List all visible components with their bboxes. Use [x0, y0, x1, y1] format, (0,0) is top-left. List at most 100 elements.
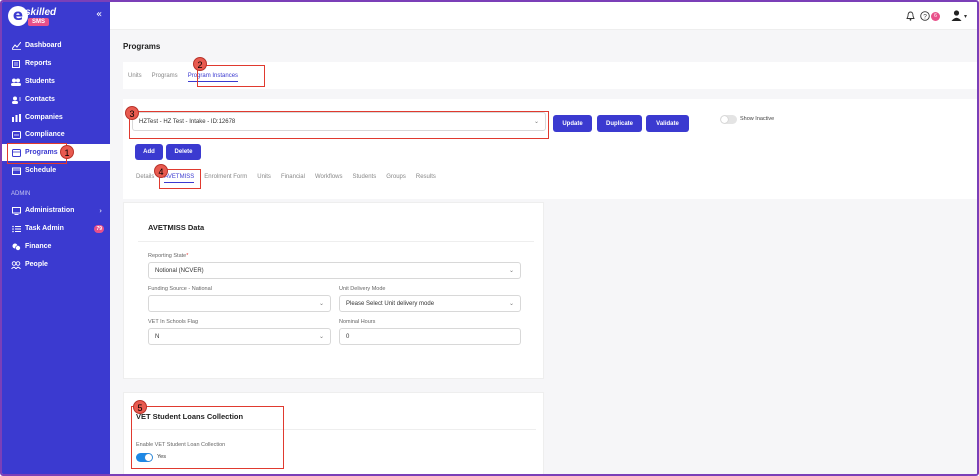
- required-marker: *: [186, 253, 189, 259]
- sidebar-item-reports[interactable]: Reports: [2, 55, 110, 72]
- sidebar-item-label: Contacts: [25, 96, 55, 103]
- nominal-hours-input[interactable]: 0: [339, 328, 521, 345]
- chevron-right-icon: ›: [99, 206, 102, 215]
- funding-source-select[interactable]: ⌄: [148, 295, 331, 312]
- people-icon: [11, 260, 21, 269]
- sidebar-item-administration[interactable]: Administration ›: [2, 202, 110, 219]
- annotation-number-5: 5: [133, 400, 147, 414]
- chevron-down-icon: ⌄: [508, 267, 514, 274]
- sidebar-item-label: Schedule: [25, 167, 57, 174]
- top-icons: ? 6 ▾: [906, 10, 967, 23]
- toggle-knob: [721, 116, 728, 123]
- compliance-icon: [11, 130, 21, 139]
- validate-button[interactable]: Validate: [646, 115, 689, 132]
- annotation-number-3: 3: [125, 106, 139, 120]
- sidebar-item-label: People: [25, 261, 48, 268]
- sidebar-item-label: Students: [25, 78, 55, 85]
- reporting-state-label-text: Reporting State: [148, 253, 187, 259]
- show-inactive-label: Show Inactive: [740, 116, 775, 122]
- subtab-financial[interactable]: Financial: [281, 174, 305, 183]
- add-button[interactable]: Add: [135, 144, 163, 160]
- sidebar-item-companies[interactable]: Companies: [2, 109, 110, 126]
- top-bar: ? 6 ▾: [110, 2, 977, 30]
- unit-delivery-mode-select[interactable]: Please Select Unit delivery mode ⌄: [339, 295, 521, 312]
- annotation-box-3: [129, 111, 549, 139]
- update-button[interactable]: Update: [553, 115, 592, 132]
- card-divider: [138, 241, 534, 242]
- nominal-hours-label: Nominal Hours: [339, 319, 376, 325]
- collapse-sidebar-icon[interactable]: «: [96, 9, 102, 20]
- sidebar-item-label: Finance: [25, 243, 52, 250]
- sidebar-item-label: Reports: [25, 60, 52, 67]
- subtab-enrolment-form[interactable]: Enrolment Form: [204, 174, 247, 183]
- chevron-down-icon: ⌄: [318, 333, 324, 340]
- app-logo[interactable]: e skilled SMS: [8, 6, 58, 26]
- reports-icon: [11, 59, 21, 68]
- duplicate-button[interactable]: Duplicate: [597, 115, 642, 132]
- tab-units[interactable]: Units: [128, 73, 142, 82]
- annotation-box-5: [131, 406, 284, 469]
- unit-delivery-mode-label: Unit Delivery Mode: [339, 286, 386, 292]
- companies-icon: [11, 113, 21, 122]
- page-title: Programs: [123, 42, 161, 51]
- bell-icon[interactable]: [906, 11, 915, 23]
- annotation-box-2: [197, 65, 265, 87]
- avetmiss-title: AVETMISS Data: [148, 223, 205, 232]
- tab-programs[interactable]: Programs: [152, 73, 178, 82]
- subtab-groups[interactable]: Groups: [386, 174, 406, 183]
- sidebar-item-label: Companies: [25, 114, 63, 121]
- subtab-details[interactable]: Details: [136, 174, 154, 183]
- task-admin-icon: [11, 224, 21, 233]
- help-icon[interactable]: ?: [920, 10, 930, 23]
- sidebar-item-finance[interactable]: Finance: [2, 238, 110, 255]
- sidebar-item-label: Administration: [25, 207, 75, 214]
- avetmiss-card: AVETMISS Data Reporting State* Notional …: [123, 202, 544, 379]
- annotation-box-1: [7, 143, 67, 164]
- sidebar-item-dashboard[interactable]: Dashboard: [2, 37, 110, 54]
- reporting-state-select[interactable]: Notional (NCVER) ⌄: [148, 262, 521, 279]
- user-icon[interactable]: [951, 10, 962, 23]
- annotation-number-1: 1: [60, 145, 74, 159]
- sidebar-item-task-admin[interactable]: Task Admin 79: [2, 220, 110, 237]
- delete-button[interactable]: Delete: [166, 144, 201, 160]
- reporting-state-label: Reporting State*: [148, 253, 188, 259]
- sidebar-item-schedule[interactable]: Schedule: [2, 162, 110, 179]
- chevron-down-icon: ⌄: [508, 300, 514, 307]
- sidebar-section-admin: ADMIN: [11, 191, 31, 197]
- subtab-results[interactable]: Results: [416, 174, 436, 183]
- vet-in-schools-select[interactable]: N ⌄: [148, 328, 331, 345]
- user-menu-caret-icon[interactable]: ▾: [964, 13, 967, 20]
- annotation-number-2: 2: [193, 57, 207, 71]
- nominal-hours-value: 0: [346, 333, 350, 340]
- schedule-icon: [11, 166, 21, 175]
- svg-text:?: ?: [923, 13, 927, 20]
- dashboard-icon: [11, 41, 21, 50]
- finance-icon: [11, 242, 21, 251]
- show-inactive-toggle[interactable]: [720, 115, 737, 124]
- vet-in-schools-value: N: [155, 333, 160, 340]
- unit-delivery-mode-value: Please Select Unit delivery mode: [346, 300, 435, 307]
- vet-in-schools-label: VET In Schools Flag: [148, 319, 199, 325]
- sidebar-item-contacts[interactable]: Contacts: [2, 91, 110, 108]
- sidebar: e skilled SMS « Dashboard Reports Studen…: [2, 2, 110, 474]
- administration-icon: [11, 206, 21, 215]
- students-icon: [11, 77, 21, 86]
- contacts-icon: [11, 95, 21, 104]
- app-frame: e skilled SMS « Dashboard Reports Studen…: [0, 0, 979, 476]
- notification-badge: 6: [930, 12, 940, 21]
- subtab-students[interactable]: Students: [353, 174, 377, 183]
- subtab-workflows[interactable]: Workflows: [315, 174, 343, 183]
- subtab-units[interactable]: Units: [257, 174, 271, 183]
- funding-source-label: Funding Source - National: [148, 286, 212, 292]
- sidebar-item-students[interactable]: Students: [2, 73, 110, 90]
- sidebar-item-people[interactable]: People: [2, 256, 110, 273]
- annotation-number-4: 4: [154, 164, 168, 178]
- chevron-down-icon: ⌄: [318, 300, 324, 307]
- sidebar-item-label: Dashboard: [25, 42, 62, 49]
- reporting-state-value: Notional (NCVER): [155, 267, 204, 274]
- logo-word: skilled: [25, 7, 57, 18]
- sidebar-item-compliance[interactable]: Compliance: [2, 126, 110, 143]
- task-count-badge: 79: [94, 224, 104, 233]
- sidebar-item-label: Task Admin: [25, 225, 64, 232]
- logo-sms-badge: SMS: [28, 18, 50, 26]
